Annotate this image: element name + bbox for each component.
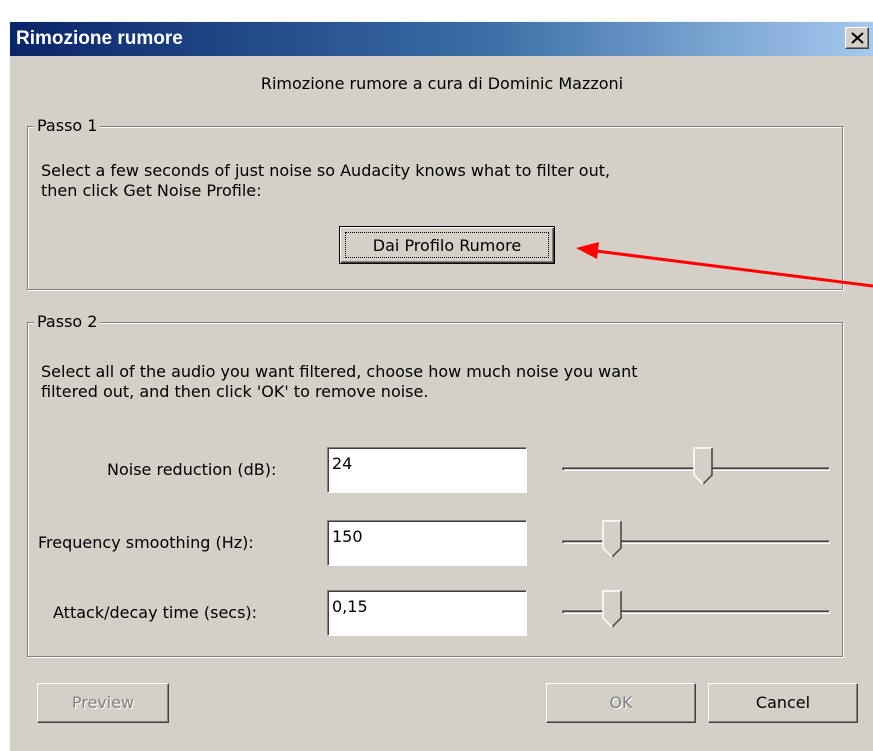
attack-decay-input[interactable]: 0,15 [327,590,527,636]
frequency-smoothing-slider[interactable] [562,520,830,566]
credit-text: Rimozione rumore a cura di Dominic Mazzo… [260,74,624,93]
get-noise-profile-label: Dai Profilo Rumore [345,232,549,258]
step2-instructions: Select all of the audio you want filtere… [41,362,637,402]
slider-thumb[interactable] [602,520,622,558]
step1-group: Passo 1 Select a few seconds of just noi… [27,116,843,290]
noise-removal-dialog: Rimozione rumore Rimozione rumore a cura… [9,21,873,751]
step2-instructions-line2: filtered out, and then click 'OK' to rem… [41,382,429,401]
cancel-button[interactable]: Cancel [708,683,858,723]
title-bar[interactable]: Rimozione rumore [10,22,873,56]
attack-decay-label: Attack/decay time (secs): [53,603,258,622]
frequency-smoothing-label: Frequency smoothing (Hz): [38,533,254,552]
step2-group: Passo 2 Select all of the audio you want… [27,312,843,657]
preview-button[interactable]: Preview [37,683,169,723]
step1-instructions-line1: Select a few seconds of just noise so Au… [41,161,611,180]
get-noise-profile-button[interactable]: Dai Profilo Rumore [339,226,555,264]
step1-legend: Passo 1 [34,116,101,135]
frequency-smoothing-input[interactable]: 150 [327,520,527,566]
noise-reduction-slider[interactable] [562,447,830,493]
step1-instructions-line2: then click Get Noise Profile: [41,181,262,200]
slider-thumb[interactable] [602,590,622,628]
ok-button[interactable]: OK [546,683,696,723]
step2-legend: Passo 2 [34,312,101,331]
step1-instructions: Select a few seconds of just noise so Au… [41,161,610,201]
close-x-icon [851,32,864,44]
slider-thumb[interactable] [693,447,713,485]
attack-decay-slider[interactable] [562,590,830,636]
window-title: Rimozione rumore [16,28,183,49]
noise-reduction-input[interactable]: 24 [327,447,527,493]
close-button[interactable] [845,27,869,49]
noise-reduction-label: Noise reduction (dB): [107,460,277,479]
step2-instructions-line1: Select all of the audio you want filtere… [41,362,638,381]
